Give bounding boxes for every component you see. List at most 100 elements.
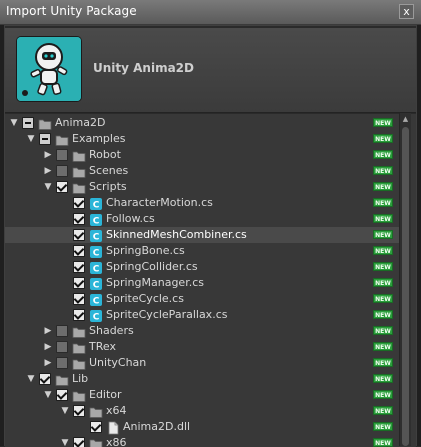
cs-script-icon: C bbox=[89, 212, 103, 227]
new-badge: NEW bbox=[373, 246, 393, 255]
cs-script-icon: C bbox=[89, 228, 103, 243]
tree-row[interactable]: C CharacterMotion.cs NEW bbox=[5, 195, 405, 211]
tree-row-label: x86 bbox=[106, 436, 127, 447]
tree-row[interactable]: Anima2D.dll NEW bbox=[5, 419, 405, 435]
tree-row[interactable]: ▶ Scenes NEW bbox=[5, 163, 405, 179]
cs-script-icon: C bbox=[89, 196, 103, 211]
foldout-expanded-icon[interactable]: ▼ bbox=[43, 390, 53, 400]
foldout-collapsed-icon[interactable]: ▶ bbox=[43, 342, 53, 352]
window-title: Import Unity Package bbox=[6, 4, 137, 18]
tree-row[interactable]: ▶ Robot NEW bbox=[5, 147, 405, 163]
tree-row[interactable]: ▼ Examples NEW bbox=[5, 131, 405, 147]
tree-row[interactable]: C SpringBone.cs NEW bbox=[5, 243, 405, 259]
include-checkbox[interactable] bbox=[56, 357, 68, 369]
tree-row-label: Shaders bbox=[89, 324, 134, 337]
foldout-collapsed-icon[interactable]: ▶ bbox=[43, 326, 53, 336]
new-badge: NEW bbox=[373, 326, 393, 335]
package-contents-tree: ▼ Anima2D NEW ▼ Examples NEW ▶ Robot NEW ▶ Scenes N… bbox=[5, 113, 416, 447]
tree-row-label: Editor bbox=[89, 388, 122, 401]
new-badge: NEW bbox=[373, 406, 393, 415]
tree-row-label: SpriteCycle.cs bbox=[106, 292, 184, 305]
new-badge: NEW bbox=[373, 118, 393, 127]
include-checkbox[interactable] bbox=[22, 117, 34, 129]
tree-row-label: CharacterMotion.cs bbox=[106, 196, 213, 209]
foldout-expanded-icon[interactable]: ▼ bbox=[9, 118, 19, 128]
include-checkbox[interactable] bbox=[73, 213, 85, 225]
include-checkbox[interactable] bbox=[39, 133, 51, 145]
close-button[interactable]: x bbox=[399, 4, 414, 19]
tree-row-label: UnityChan bbox=[89, 356, 147, 369]
cs-script-icon: C bbox=[89, 276, 103, 291]
tree-row[interactable]: C Follow.cs NEW bbox=[5, 211, 405, 227]
foldout-collapsed-icon[interactable]: ▶ bbox=[43, 358, 53, 368]
scrollbar-thumb[interactable] bbox=[402, 127, 409, 446]
include-checkbox[interactable] bbox=[90, 421, 102, 433]
include-checkbox[interactable] bbox=[73, 245, 85, 257]
include-checkbox[interactable] bbox=[73, 293, 85, 305]
cs-script-icon: C bbox=[89, 244, 103, 259]
foldout-expanded-icon[interactable]: ▼ bbox=[26, 134, 36, 144]
folder-icon bbox=[72, 148, 86, 162]
file-icon bbox=[106, 420, 120, 435]
folder-icon bbox=[55, 132, 69, 146]
svg-text:C: C bbox=[93, 249, 100, 259]
tree-row-label: Robot bbox=[89, 148, 121, 161]
foldout-collapsed-icon[interactable]: ▶ bbox=[43, 166, 53, 176]
new-badge: NEW bbox=[373, 294, 393, 303]
include-checkbox[interactable] bbox=[73, 229, 85, 241]
vertical-scrollbar[interactable]: ▲ bbox=[399, 113, 411, 446]
tree-row[interactable]: C SpriteCycle.cs NEW bbox=[5, 291, 405, 307]
tree-row[interactable]: C SkinnedMeshCombiner.cs NEW bbox=[5, 227, 405, 243]
tree-row-label: SpringCollider.cs bbox=[106, 260, 198, 273]
cs-script-icon: C bbox=[89, 260, 103, 275]
foldout-expanded-icon[interactable]: ▼ bbox=[26, 374, 36, 384]
import-package-window: Import Unity Package x Unity Anima2D ▼ An… bbox=[0, 0, 421, 447]
include-checkbox[interactable] bbox=[56, 325, 68, 337]
tree-row[interactable]: C SpriteCycleParallax.cs NEW bbox=[5, 307, 405, 323]
tree-row[interactable]: ▼ x64 NEW bbox=[5, 403, 405, 419]
new-badge: NEW bbox=[373, 262, 393, 271]
include-checkbox[interactable] bbox=[56, 389, 68, 401]
scroll-up-arrow-icon[interactable]: ▲ bbox=[401, 115, 410, 124]
tree-row[interactable]: ▼ Lib NEW bbox=[5, 371, 405, 387]
tree-row[interactable]: ▶ TRex NEW bbox=[5, 339, 405, 355]
tree-row[interactable]: ▼ Scripts NEW bbox=[5, 179, 405, 195]
include-checkbox[interactable] bbox=[73, 405, 85, 417]
include-checkbox[interactable] bbox=[73, 277, 85, 289]
include-checkbox[interactable] bbox=[56, 341, 68, 353]
include-checkbox[interactable] bbox=[73, 197, 85, 209]
include-checkbox[interactable] bbox=[73, 261, 85, 273]
tree-row[interactable]: C SpringCollider.cs NEW bbox=[5, 259, 405, 275]
title-bar[interactable]: Import Unity Package x bbox=[0, 0, 421, 25]
new-badge: NEW bbox=[373, 182, 393, 191]
package-logo-icon bbox=[17, 37, 81, 101]
tree-row-label: TRex bbox=[89, 340, 116, 353]
tree-row-label: SkinnedMeshCombiner.cs bbox=[106, 228, 247, 241]
folder-icon bbox=[89, 404, 103, 418]
new-badge: NEW bbox=[373, 214, 393, 223]
tree-row[interactable]: ▼ Editor NEW bbox=[5, 387, 405, 403]
include-checkbox[interactable] bbox=[73, 309, 85, 321]
include-checkbox[interactable] bbox=[56, 181, 68, 193]
folder-icon bbox=[38, 116, 52, 130]
tree-row[interactable]: ▼ Anima2D NEW bbox=[5, 115, 405, 131]
svg-text:C: C bbox=[93, 265, 100, 275]
foldout-expanded-icon[interactable]: ▼ bbox=[43, 182, 53, 192]
new-badge: NEW bbox=[373, 278, 393, 287]
tree-row[interactable]: ▶ Shaders NEW bbox=[5, 323, 405, 339]
include-checkbox[interactable] bbox=[56, 165, 68, 177]
tree-row[interactable]: ▶ UnityChan NEW bbox=[5, 355, 405, 371]
include-checkbox[interactable] bbox=[56, 149, 68, 161]
new-badge: NEW bbox=[373, 310, 393, 319]
svg-text:C: C bbox=[93, 201, 100, 211]
folder-icon bbox=[72, 356, 86, 370]
svg-text:C: C bbox=[93, 313, 100, 323]
tree-row[interactable]: C SpringManager.cs NEW bbox=[5, 275, 405, 291]
new-badge: NEW bbox=[373, 342, 393, 351]
foldout-collapsed-icon[interactable]: ▶ bbox=[43, 150, 53, 160]
include-checkbox[interactable] bbox=[39, 373, 51, 385]
tree-row[interactable]: ▼ x86 NEW bbox=[5, 435, 405, 447]
foldout-expanded-icon[interactable]: ▼ bbox=[60, 406, 70, 416]
robot-icon bbox=[17, 37, 81, 101]
cs-script-icon: C bbox=[89, 292, 103, 307]
